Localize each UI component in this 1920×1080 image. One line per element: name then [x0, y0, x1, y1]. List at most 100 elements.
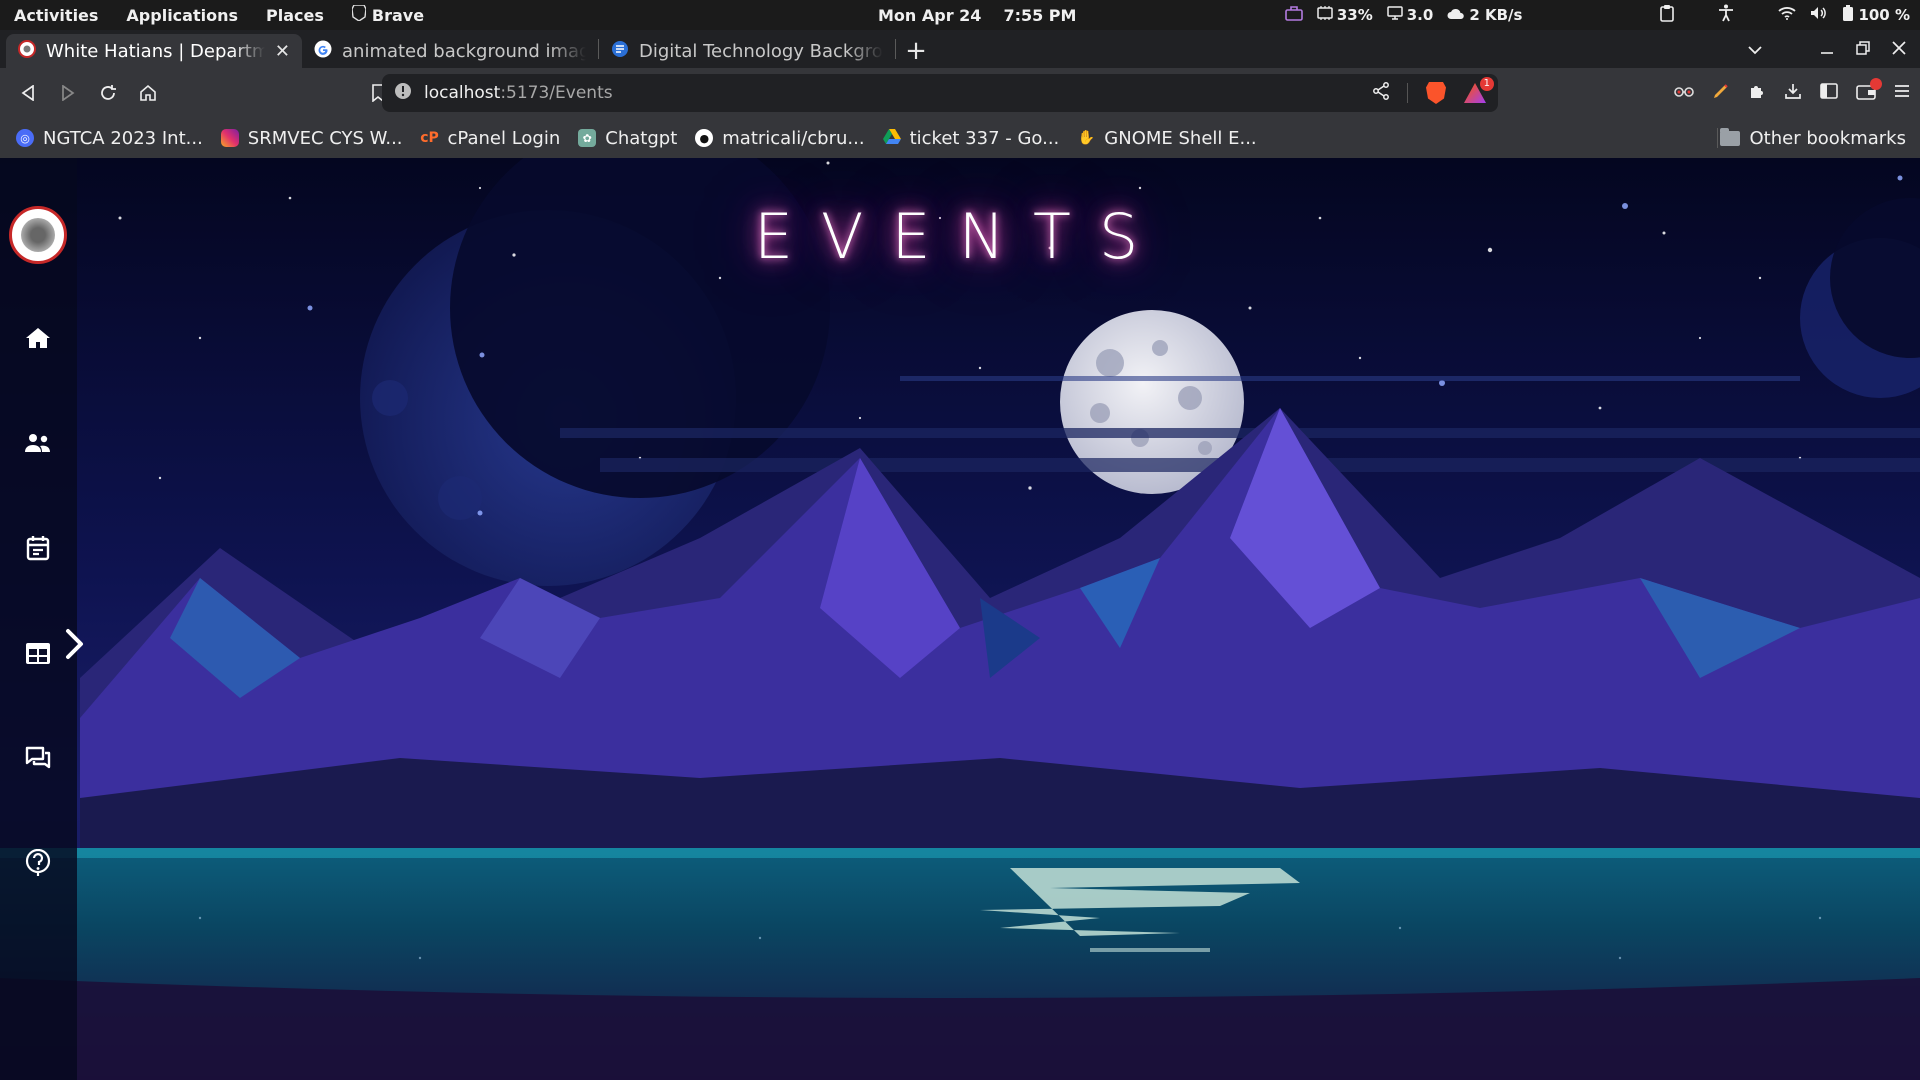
- sync-extension-icon[interactable]: [1674, 82, 1694, 104]
- home-icon[interactable]: [18, 318, 58, 358]
- page-viewport: EVENTS: [0, 158, 1920, 1080]
- restore-icon[interactable]: [1856, 39, 1870, 60]
- tab-favicon-icon: [18, 39, 36, 63]
- share-icon[interactable]: [1373, 82, 1389, 104]
- bookmark-label: NGTCA 2023 Int...: [43, 127, 203, 149]
- battery-icon: [1842, 4, 1854, 26]
- cpu-icon: [1317, 6, 1333, 24]
- url-host: localhost: [424, 83, 501, 103]
- sidebar-expand-chevron-icon[interactable]: [64, 628, 94, 668]
- tab-title: animated background images: [342, 40, 586, 62]
- url-path: :5173/Events: [500, 83, 613, 103]
- other-bookmarks-label: Other bookmarks: [1749, 127, 1906, 149]
- forward-button[interactable]: [48, 73, 88, 113]
- tab-title: Digital Technology Background: [639, 40, 883, 62]
- clipboard-icon[interactable]: [1660, 4, 1675, 26]
- brave-rewards-icon[interactable]: 1: [1464, 77, 1494, 103]
- clock[interactable]: Mon Apr 24 7:55 PM: [878, 0, 1076, 30]
- downloads-icon[interactable]: [1784, 82, 1802, 105]
- battery-indicator[interactable]: 100 %: [1842, 4, 1910, 26]
- brave-shields-icon[interactable]: [1426, 82, 1446, 104]
- extensions-puzzle-icon[interactable]: [1748, 82, 1766, 105]
- back-button[interactable]: [8, 73, 48, 113]
- reload-button[interactable]: [88, 73, 128, 113]
- address-bar[interactable]: localhost:5173/Events 1: [382, 74, 1498, 112]
- night-mountain-background: [0, 158, 1920, 1080]
- white-hatians-logo[interactable]: [9, 206, 67, 264]
- app-sidebar: [0, 158, 77, 1080]
- cpu-indicator: 33%: [1317, 6, 1373, 24]
- wallet-icon[interactable]: [1856, 77, 1882, 105]
- accessibility-icon[interactable]: [1718, 4, 1734, 26]
- bookmark-ticket[interactable]: ticket 337 - Go...: [882, 127, 1060, 149]
- network-value: 2 KB/s: [1469, 6, 1523, 24]
- cloud-icon: [1447, 6, 1465, 24]
- cpanel-icon: cP: [420, 130, 439, 146]
- site-favicon-icon: [611, 40, 629, 63]
- bookmark-cpanel[interactable]: cP cPanel Login: [420, 127, 561, 149]
- active-app-brave[interactable]: Brave: [338, 4, 438, 25]
- bookmark-ngtca[interactable]: ◎ NGTCA 2023 Int...: [16, 128, 203, 149]
- system-top-bar: Activities Applications Places Brave Mon…: [0, 0, 1920, 30]
- extension-tray-icon[interactable]: [1285, 5, 1303, 25]
- page-title: EVENTS: [753, 200, 1167, 273]
- places-menu[interactable]: Places: [252, 6, 338, 25]
- home-button[interactable]: [128, 73, 168, 113]
- active-app-label: Brave: [371, 5, 425, 25]
- github-icon: ●: [695, 129, 714, 147]
- bookmark-label: cPanel Login: [447, 127, 561, 149]
- activities-button[interactable]: Activities: [0, 6, 112, 25]
- sidebar-toggle-icon[interactable]: [1820, 82, 1838, 104]
- close-icon[interactable]: ✕: [275, 41, 290, 62]
- bookmarks-bar: ◎ NGTCA 2023 Int... SRMVEC CYS W... cP c…: [0, 118, 1920, 158]
- notification-dot: [1870, 77, 1882, 90]
- tab-title: White Hatians | Department: [46, 40, 265, 62]
- applications-menu[interactable]: Applications: [112, 6, 252, 25]
- globe-icon: ◎: [16, 129, 34, 147]
- tab-search-chevron-icon[interactable]: [1748, 39, 1762, 60]
- browser-toolbar: localhost:5173/Events 1: [0, 68, 1920, 118]
- divider: [1407, 83, 1408, 103]
- wifi-icon[interactable]: [1778, 6, 1797, 24]
- bookmark-chatgpt[interactable]: ✿ Chatgpt: [578, 128, 677, 149]
- bookmark-divider: [1717, 128, 1718, 148]
- rewards-badge: 1: [1479, 77, 1494, 91]
- other-bookmarks[interactable]: Other bookmarks: [1719, 118, 1906, 158]
- load-value: 3.0: [1406, 6, 1434, 24]
- google-drive-icon: [882, 128, 901, 149]
- help-icon[interactable]: [18, 843, 58, 883]
- event-icon[interactable]: [18, 528, 58, 568]
- network-indicator: 2 KB/s: [1447, 6, 1522, 24]
- site-info-icon[interactable]: [394, 82, 412, 104]
- bookmark-label: matricali/cbru...: [722, 127, 865, 149]
- close-window-icon[interactable]: [1892, 39, 1906, 60]
- menu-icon[interactable]: [1894, 82, 1910, 104]
- date-label: Mon Apr 24: [878, 5, 982, 25]
- bookmark-label: GNOME Shell E...: [1104, 127, 1257, 149]
- bookmark-github[interactable]: ● matricali/cbru...: [695, 127, 865, 149]
- calendar-icon[interactable]: [18, 633, 58, 673]
- bookmark-label: Chatgpt: [605, 127, 678, 149]
- cpu-value: 33%: [1336, 6, 1373, 24]
- google-favicon-icon: [314, 40, 332, 63]
- tab-white-hatians[interactable]: White Hatians | Department ✕: [6, 34, 302, 68]
- tab-animated-backgrounds[interactable]: animated background images: [302, 34, 598, 68]
- window-controls: [1748, 30, 1914, 68]
- new-tab-button[interactable]: +: [896, 34, 936, 68]
- url-text[interactable]: localhost:5173/Events: [424, 83, 613, 103]
- minimize-icon[interactable]: [1820, 39, 1834, 60]
- gnome-foot-icon: ✋: [1077, 130, 1095, 146]
- people-icon[interactable]: [18, 423, 58, 463]
- volume-icon[interactable]: [1810, 6, 1828, 24]
- tab-digital-technology[interactable]: Digital Technology Background: [599, 34, 895, 68]
- battery-value: 100 %: [1858, 6, 1910, 24]
- monitor-icon: [1386, 6, 1403, 24]
- chat-icon[interactable]: [18, 738, 58, 778]
- time-label: 7:55 PM: [1003, 5, 1077, 25]
- brave-app-icon: [351, 4, 367, 25]
- instagram-icon: [220, 129, 239, 147]
- bookmark-srmvec[interactable]: SRMVEC CYS W...: [220, 128, 403, 149]
- pen-extension-icon[interactable]: [1712, 82, 1730, 105]
- bookmark-label: ticket 337 - Go...: [909, 127, 1060, 149]
- bookmark-gnome[interactable]: ✋ GNOME Shell E...: [1077, 127, 1257, 149]
